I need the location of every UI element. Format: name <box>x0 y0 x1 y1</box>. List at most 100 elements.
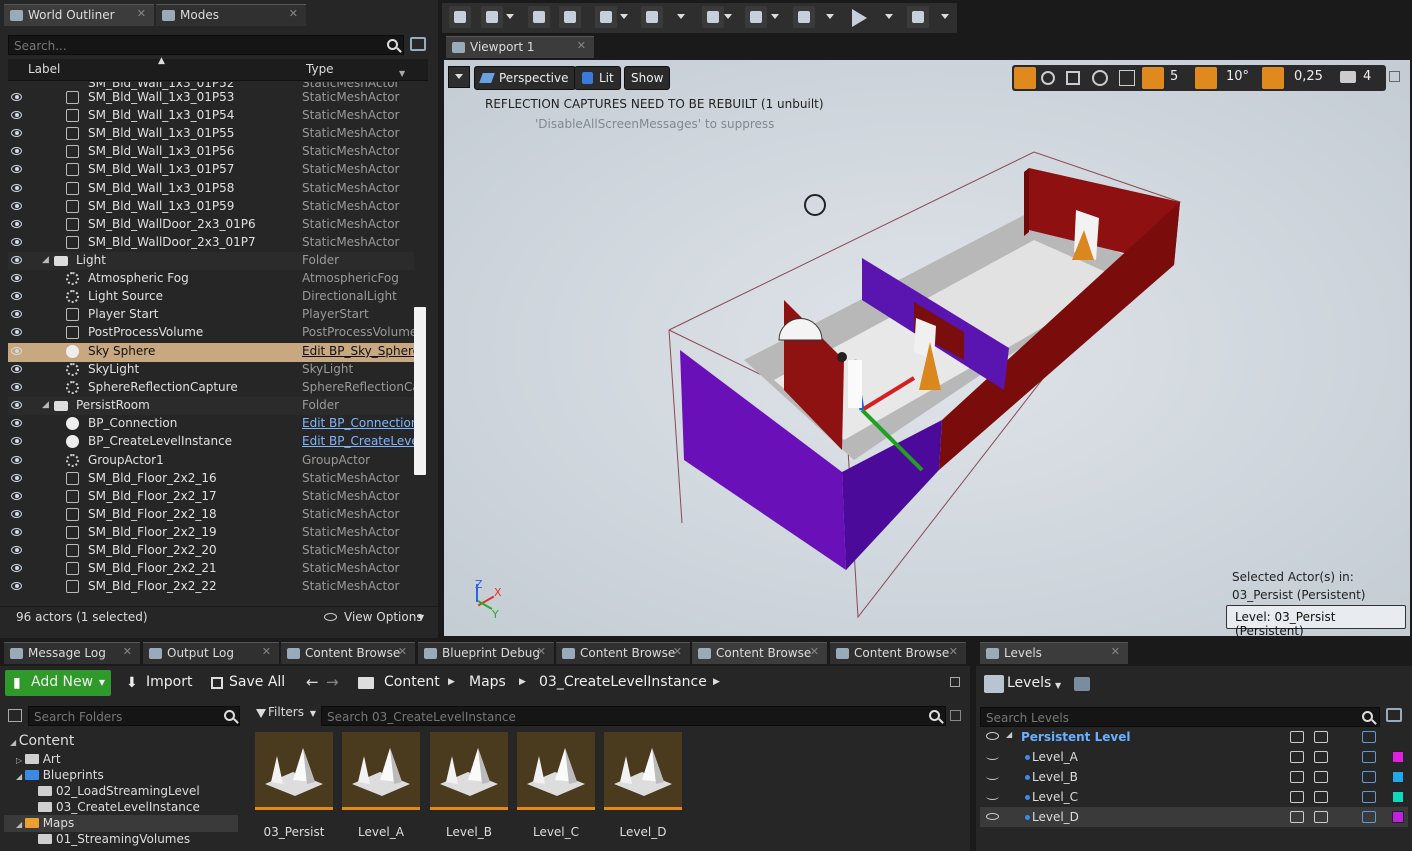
close-icon[interactable]: ✕ <box>949 645 958 658</box>
actor-row[interactable]: SM_Bld_Floor_2x2_18 StaticMeshActor <box>8 506 414 524</box>
actor-row[interactable]: SM_Bld_WallDoor_2x3_01P7 StaticMeshActor <box>8 234 414 252</box>
lit-button[interactable]: Lit <box>574 66 621 90</box>
actor-row[interactable]: SM_Bld_Wall_1x3_01P59 StaticMeshActor <box>8 198 414 216</box>
eye-icon[interactable] <box>11 455 22 464</box>
eye-icon[interactable] <box>11 237 22 246</box>
camera-speed-icon[interactable] <box>1340 71 1356 83</box>
tab-bottom-5[interactable]: Content Browse ✕ <box>692 642 827 664</box>
eye-icon[interactable] <box>11 383 22 392</box>
gamepad-icon[interactable] <box>1314 771 1328 783</box>
chevron-down-icon[interactable]: ▼ <box>1055 681 1061 690</box>
folder-row[interactable]: ◢ PersistRoom Folder <box>8 397 414 416</box>
scale-value[interactable]: 0,25 <box>1294 69 1323 84</box>
chevron-down-icon[interactable] <box>620 14 628 19</box>
folder-tree-item[interactable]: ◢ Content <box>10 733 74 749</box>
expand-icon[interactable]: ◢ <box>42 255 49 265</box>
close-icon[interactable]: ✕ <box>262 645 271 658</box>
chevron-down-icon[interactable] <box>771 14 779 19</box>
marketplace-icon[interactable] <box>559 6 581 28</box>
eye-icon[interactable] <box>11 437 22 446</box>
eye-icon[interactable] <box>986 793 999 800</box>
eye-icon[interactable] <box>11 582 22 591</box>
actor-row[interactable]: Atmospheric Fog AtmosphericFog <box>8 270 414 288</box>
actor-row[interactable]: SM_Bld_Wall_1x3_01P57 StaticMeshActor <box>8 161 414 179</box>
eye-icon[interactable] <box>11 491 22 500</box>
chevron-down-icon[interactable] <box>506 14 514 19</box>
launch-icon[interactable] <box>907 6 929 28</box>
path-maps[interactable]: Maps <box>469 674 506 690</box>
eye-icon[interactable] <box>11 165 22 174</box>
actor-row[interactable]: SM_Bld_Floor_2x2_19 StaticMeshActor <box>8 524 414 542</box>
import-button[interactable]: ⬇ Import <box>120 670 198 696</box>
forward-icon[interactable]: → <box>326 673 339 691</box>
summary-icon[interactable] <box>1074 677 1090 691</box>
rotation-snap-icon[interactable] <box>1195 67 1217 89</box>
rotate-icon[interactable] <box>1041 71 1055 85</box>
surface-snap-icon[interactable] <box>1119 70 1135 86</box>
tab-bottom-0[interactable]: Message Log ✕ <box>4 642 140 664</box>
lock-icon[interactable] <box>1290 751 1304 763</box>
actor-type[interactable]: Edit BP_CreateLevelInstance <box>302 434 414 448</box>
chevron-down-icon[interactable] <box>724 14 732 19</box>
play-icon[interactable] <box>852 9 867 27</box>
lock-icon[interactable] <box>1290 811 1304 823</box>
expand-icon[interactable]: ◢ <box>10 738 19 747</box>
save-level-icon[interactable] <box>1362 811 1376 823</box>
actor-row[interactable]: BP_CreateLevelInstance Edit BP_CreateLeve… <box>8 433 414 451</box>
actor-row[interactable]: Light Source DirectionalLight <box>8 288 414 306</box>
search-folders-input[interactable]: Search Folders <box>28 706 240 726</box>
eye-icon[interactable] <box>11 401 22 410</box>
eye-icon[interactable] <box>11 365 22 373</box>
view-options-button[interactable]: View Options <box>344 610 423 624</box>
show-button[interactable]: Show <box>624 66 671 90</box>
tab-bottom-3[interactable]: Blueprint Debug ✕ <box>418 642 554 664</box>
asset-tile[interactable] <box>342 732 420 810</box>
speed-value[interactable]: 4 <box>1363 69 1371 84</box>
path-content[interactable]: Content <box>384 674 440 690</box>
compile-icon[interactable] <box>793 6 815 28</box>
save-level-icon[interactable] <box>1362 731 1376 743</box>
actor-row[interactable]: SM_Bld_Wall_1x3_01P54 StaticMeshActor <box>8 107 414 125</box>
gamepad-icon[interactable] <box>1314 751 1328 763</box>
chevron-down-icon[interactable] <box>885 14 893 19</box>
close-icon[interactable]: ✕ <box>673 645 682 658</box>
tab-modes[interactable]: Modes ✕ <box>156 4 306 26</box>
search-assets-input[interactable]: Search 03_CreateLevelInstance <box>321 706 946 726</box>
outliner-search-input[interactable]: Search... <box>8 35 404 55</box>
eye-icon[interactable] <box>11 292 22 301</box>
eye-icon[interactable] <box>11 310 22 319</box>
eye-icon[interactable] <box>11 346 22 355</box>
chevron-down-icon[interactable] <box>941 14 949 19</box>
save-level-icon[interactable] <box>1362 791 1376 803</box>
actor-row[interactable]: SkyLight SkyLight <box>8 361 414 379</box>
chevron-down-icon[interactable] <box>826 14 834 19</box>
add-level-icon[interactable] <box>1386 708 1402 722</box>
eye-icon[interactable] <box>11 473 22 482</box>
actor-type[interactable]: Edit BP_Connection <box>302 416 414 430</box>
level-row[interactable]: Level_A <box>980 747 1408 767</box>
eye-icon[interactable] <box>986 753 999 760</box>
level-color-swatch[interactable] <box>1392 771 1404 783</box>
expand-icon[interactable]: ◢ <box>16 772 25 781</box>
close-icon[interactable]: ✕ <box>537 645 546 658</box>
gamepad-icon[interactable] <box>1314 731 1328 743</box>
eye-icon[interactable] <box>11 564 22 573</box>
close-icon[interactable]: ✕ <box>398 645 407 658</box>
lock-icon[interactable] <box>950 677 960 687</box>
actor-row[interactable]: SM_Bld_Wall_1x3_01P53 StaticMeshActor <box>8 89 414 107</box>
expand-icon[interactable]: ◢ <box>1006 730 1012 739</box>
actor-row[interactable]: Sky Sphere Edit BP_Sky_Sphere <box>8 342 414 362</box>
eye-icon[interactable] <box>11 274 22 282</box>
actor-row[interactable]: SM_Bld_WallDoor_2x3_01P6 StaticMeshActor <box>8 216 414 234</box>
save-level-icon[interactable] <box>1362 751 1376 763</box>
close-icon[interactable]: ✕ <box>810 645 819 658</box>
actor-row[interactable]: SM_Bld_Wall_1x3_01P55 StaticMeshActor <box>8 125 414 143</box>
chevron-down-icon[interactable] <box>677 14 685 19</box>
asset-tile[interactable] <box>255 732 333 810</box>
eye-icon[interactable] <box>11 147 22 156</box>
close-icon[interactable]: ✕ <box>577 39 586 52</box>
scale-icon[interactable] <box>1066 71 1080 85</box>
folder-tree-item[interactable]: 03_CreateLevelInstance <box>38 800 200 814</box>
eye-icon[interactable] <box>11 546 22 554</box>
tab-bottom-1[interactable]: Output Log ✕ <box>143 642 279 664</box>
